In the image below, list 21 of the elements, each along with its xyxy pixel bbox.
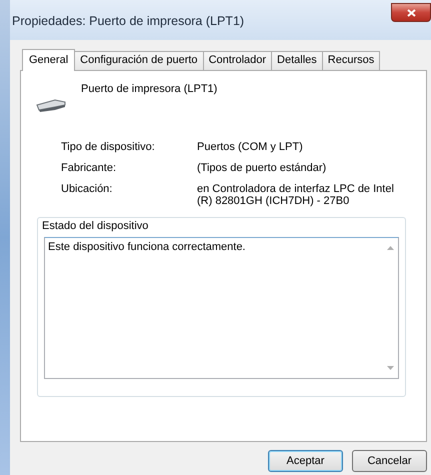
device-name: Puerto de impresora (LPT1): [81, 82, 218, 97]
default-button[interactable]: Aceptar: [268, 450, 343, 472]
status-field[interactable]: Este dispositivo funciona correctamente.: [44, 236, 399, 378]
close-icon: [406, 8, 416, 16]
tab[interactable]: Detalles: [271, 51, 323, 70]
tab[interactable]: Controlador: [202, 51, 272, 70]
window-title: Propiedades: Puerto de impresora (LPT1): [12, 13, 244, 30]
property-value: en Controladora de interfaz LPC de Intel (R) 82801GH (ICH7DH) - 27B0: [197, 183, 395, 207]
close-button[interactable]: [391, 3, 431, 22]
group-title: Estado del dispositivo: [40, 218, 150, 234]
dialog-button[interactable]: Cancelar: [352, 450, 427, 472]
property-label: Tipo de dispositivo:: [61, 141, 156, 153]
property-label: Ubicación:: [61, 183, 114, 197]
tab[interactable]: General: [22, 49, 76, 71]
tab[interactable]: Recursos: [322, 51, 380, 70]
scroll-up-icon[interactable]: [386, 246, 394, 250]
property-value: Puertos (COM y LPT): [197, 141, 304, 153]
property-value: (Tipos de puerto estándar): [197, 162, 328, 174]
tab[interactable]: Configuración de puerto: [74, 51, 204, 70]
property-label: Fabricante:: [61, 162, 118, 174]
scroll-down-icon[interactable]: [386, 366, 394, 370]
